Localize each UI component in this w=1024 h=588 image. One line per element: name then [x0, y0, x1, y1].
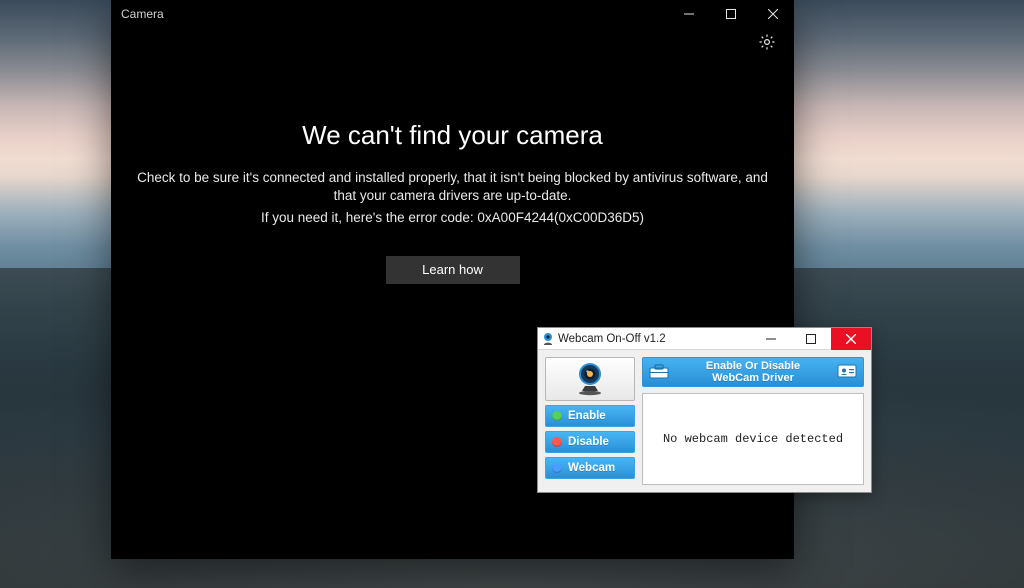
learn-how-button[interactable]: Learn how — [386, 256, 520, 284]
enable-button[interactable]: Enable — [545, 405, 635, 427]
minimize-button[interactable] — [751, 328, 791, 350]
enable-label: Enable — [568, 410, 606, 422]
status-dot-red — [552, 437, 562, 447]
webcam-label: Webcam — [568, 462, 615, 474]
close-button[interactable] — [752, 0, 794, 28]
driver-header: Enable Or Disable WebCam Driver — [642, 357, 864, 387]
gear-icon — [758, 33, 776, 56]
disable-button[interactable]: Disable — [545, 431, 635, 453]
minimize-button[interactable] — [668, 0, 710, 28]
webcam-app-icon — [538, 328, 558, 350]
webcam-onoff-window: Webcam On-Off v1.2 — [537, 327, 872, 493]
webcam-window-title: Webcam On-Off v1.2 — [558, 333, 751, 345]
driver-header-text: Enable Or Disable WebCam Driver — [675, 360, 831, 384]
error-text-line1: Check to be sure it's connected and inst… — [127, 169, 778, 205]
webcam-titlebar[interactable]: Webcam On-Off v1.2 — [538, 328, 871, 350]
status-dot-green — [552, 411, 562, 421]
id-card-icon — [837, 363, 857, 382]
status-text: No webcam device detected — [663, 432, 843, 446]
webcam-icon — [573, 360, 607, 399]
camera-titlebar[interactable]: Camera — [111, 0, 794, 28]
learn-how-label: Learn how — [422, 262, 483, 277]
maximize-button[interactable] — [710, 0, 752, 28]
error-heading: We can't find your camera — [127, 120, 778, 151]
toolbox-icon — [649, 363, 669, 382]
error-text-line2: If you need it, here's the error code: 0… — [127, 209, 778, 227]
status-panel: No webcam device detected — [642, 393, 864, 485]
webcam-button[interactable]: Webcam — [545, 457, 635, 479]
status-dot-blue — [552, 463, 562, 473]
settings-button[interactable] — [756, 33, 778, 55]
disable-label: Disable — [568, 436, 609, 448]
close-button[interactable] — [831, 328, 871, 350]
webcam-device-button[interactable] — [545, 357, 635, 401]
maximize-button[interactable] — [791, 328, 831, 350]
camera-app-title: Camera — [121, 7, 164, 21]
